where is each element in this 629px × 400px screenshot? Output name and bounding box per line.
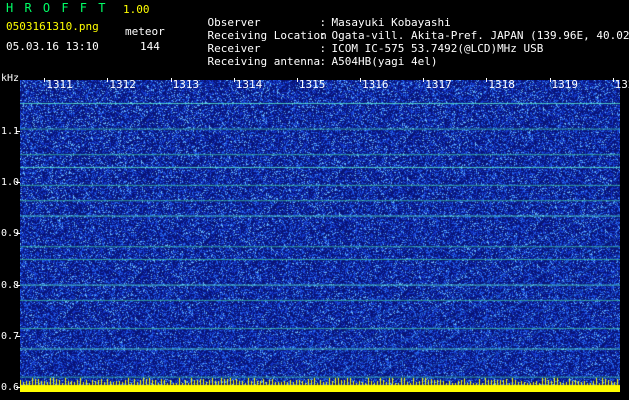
app-version: 1.00 [123,3,150,16]
x-tick-mark [486,78,488,82]
x-tick-label: 1317 [425,78,452,91]
x-tick-label: 1313 [172,78,200,91]
x-tick-mark [296,78,298,82]
meteor-count: 144 [140,40,160,53]
x-tick-label: 1319 [551,78,579,91]
x-tick-label: 1318 [488,78,515,91]
x-tick-mark [423,78,425,82]
info-key: Receiving antenna [207,55,321,68]
y-axis: kHz 1.1 1.0 0.9 0.8 0.7 0.6 [0,72,20,393]
info-value: A504HB(yagi 4el) [331,55,438,68]
x-tick-mark [44,78,46,82]
info-sep: : [319,55,327,68]
x-tick-row: 1311 1312 1313 1314 1315 1316 1317 1318 1319 1320 [0,78,629,92]
x-tick-mark [107,78,109,82]
meteor-label: meteor [125,25,165,38]
info-row-antenna: Receiving antenna: A504HB(yagi 4el) [181,42,438,81]
x-tick-mark [612,78,614,82]
x-tick-label: 1311 [46,78,73,91]
spectrogram[interactable] [20,80,620,392]
x-tick-label: 1315 [298,78,326,91]
x-tick-mark [233,78,235,82]
x-tick-mark [360,78,362,82]
header-panel: H R O F F T 1.00 0503161310.png meteor 0… [0,0,629,72]
x-tick-label: 1314 [235,78,263,91]
x-tick-mark [170,78,172,82]
filename: 0503161310.png [6,20,99,33]
timestamp: 05.03.16 13:10 [6,40,99,53]
x-tick-mark [549,78,551,82]
x-tick-label: 1320 [614,78,629,91]
x-tick-label: 1312 [109,78,136,91]
x-tick-label: 1316 [362,78,389,91]
app-title: H R O F F T [6,1,108,15]
